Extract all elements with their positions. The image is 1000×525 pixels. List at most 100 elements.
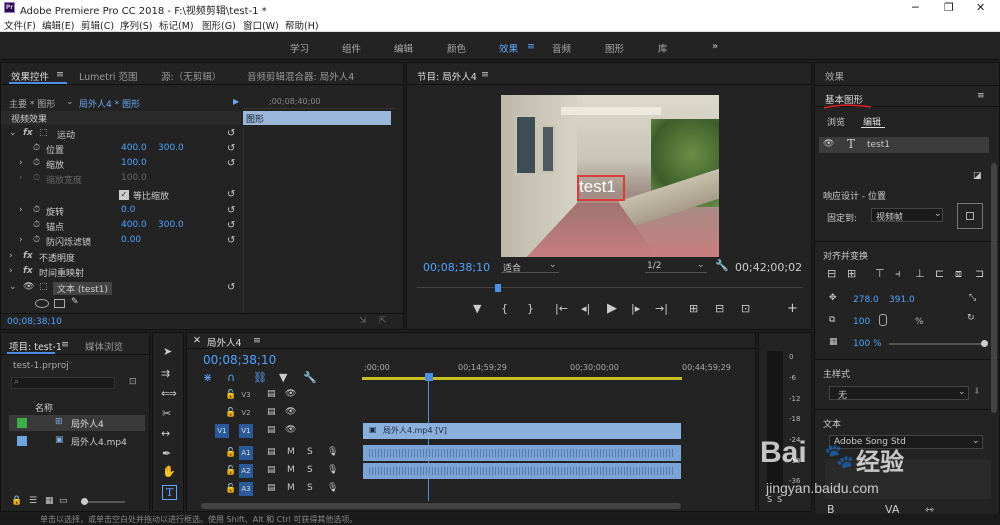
workspace-editing[interactable]: 编辑 [394, 41, 413, 55]
eg-scrollbar[interactable] [991, 163, 997, 413]
track-label[interactable]: V3 [239, 388, 253, 402]
align-horizontal-icon[interactable]: ⊞ [847, 267, 856, 280]
track-select-tool-icon[interactable]: ⇉ [161, 367, 170, 380]
track-a3[interactable]: 🔓 A3 ▤ M S 🎙 [187, 481, 757, 498]
align-bottom-icon[interactable]: ⊥ [915, 267, 925, 280]
audio-clip[interactable] [363, 463, 681, 479]
add-marker-icon[interactable]: ▼ [473, 302, 481, 315]
reset-icon[interactable]: ↺ [227, 220, 235, 231]
project-item[interactable]: ▣ 局外人4.mp4 [9, 433, 145, 449]
reset-icon[interactable]: ↺ [227, 235, 235, 246]
master-style-select[interactable]: 无 ⌄ [829, 386, 969, 401]
eye-icon[interactable]: 👁 [23, 282, 34, 292]
track-v2[interactable]: 🔓 V2 ▤ 👁 [187, 405, 757, 422]
lock-icon[interactable]: 🔓 [225, 408, 236, 418]
track-label[interactable]: V1 [239, 424, 253, 438]
extract-icon[interactable]: ⊟ [715, 302, 724, 315]
reset-icon[interactable]: ↺ [227, 158, 235, 169]
tab-menu-icon[interactable]: ≡ [253, 335, 261, 346]
push-style-icon[interactable]: ⬇ [973, 387, 981, 397]
eg-position-y[interactable]: 391.0 [889, 295, 915, 305]
export-icon[interactable]: ⇱ [379, 316, 387, 326]
nest-icon[interactable]: ⋇ [203, 371, 212, 384]
eg-scale-value[interactable]: 100 [853, 317, 870, 327]
expand-icon[interactable]: ⌄ [9, 128, 17, 138]
workspace-audio[interactable]: 音频 [552, 41, 571, 55]
reset-icon[interactable]: ↺ [227, 205, 235, 216]
mark-in-icon[interactable]: { [501, 302, 508, 315]
anti-flicker-value[interactable]: 0.00 [121, 235, 141, 245]
track-label[interactable]: A1 [239, 446, 253, 460]
eg-position-x[interactable]: 278.0 [853, 295, 879, 305]
rotation-value[interactable]: 0.0 [121, 205, 135, 215]
column-name-header[interactable]: 名称 [35, 401, 53, 414]
solo-button[interactable]: S [307, 465, 313, 475]
new-layer-icon[interactable]: ◪ [973, 171, 982, 181]
go-to-out-icon[interactable]: →| [655, 302, 668, 315]
lock-icon[interactable]: 🔓 [225, 448, 236, 458]
workspace-graphics[interactable]: 图形 [605, 41, 624, 55]
stopwatch-icon[interactable]: ⏱ [33, 205, 40, 215]
tab-menu-icon[interactable]: ≡ [56, 69, 64, 80]
step-forward-icon[interactable]: |▸ [631, 302, 640, 315]
wrench-icon[interactable]: 🔧 [715, 259, 729, 272]
lock-icon[interactable]: 🔓 [225, 484, 236, 494]
type-tool-icon[interactable]: T [162, 485, 178, 500]
anchor-y-value[interactable]: 300.0 [158, 220, 184, 230]
track-label[interactable]: A2 [239, 464, 253, 478]
align-vertical-icon[interactable]: ⊟ [827, 267, 836, 280]
link-scale-icon[interactable] [879, 314, 887, 326]
pm-scrubber[interactable] [417, 284, 803, 297]
ripple-edit-tool-icon[interactable]: ⟺ [161, 387, 177, 400]
add-button-icon[interactable]: + [787, 301, 798, 316]
sync-lock-icon[interactable]: ▤ [267, 389, 276, 399]
expand-right-icon[interactable]: › [9, 251, 13, 261]
play-icon[interactable]: ▶ [607, 301, 617, 316]
resolution-select[interactable]: 1/2 ⌄ [645, 260, 707, 273]
effect-row-opacity[interactable]: › fx 不透明度 [1, 250, 241, 264]
project-item[interactable]: ⊞ 局外人4 [9, 415, 145, 431]
anchor-x-value[interactable]: 400.0 [121, 220, 147, 230]
tab-effect-controls[interactable]: 效果控件 [11, 69, 49, 83]
ellipse-mask-icon[interactable] [35, 299, 49, 308]
eye-icon[interactable]: 👁 [285, 425, 296, 435]
program-monitor-title[interactable]: 节目: 局外人4 [417, 69, 477, 83]
workspace-menu-icon[interactable]: ≡ [527, 41, 535, 52]
timeline-ruler[interactable]: ;00;00 00;14;59;29 00;30;00;00 00;44;59;… [362, 355, 731, 385]
play-only-icon[interactable]: ▶ [233, 97, 239, 106]
solo-button[interactable]: S [777, 495, 782, 504]
workspace-learn[interactable]: 学习 [290, 41, 309, 55]
track-label[interactable]: A3 [239, 482, 253, 496]
mark-out-icon[interactable]: } [527, 302, 534, 315]
position-y-value[interactable]: 300.0 [158, 143, 184, 153]
microphone-icon[interactable]: 🎙 [327, 465, 338, 475]
align-right-icon[interactable]: ⊐ [975, 267, 984, 280]
project-search-input[interactable]: ⌕ [11, 377, 115, 389]
solo-button[interactable]: S [307, 483, 313, 493]
tab-sequence[interactable]: 局外人4 [207, 335, 242, 349]
close-icon[interactable]: ✕ [193, 335, 201, 346]
minimize-icon[interactable]: ─ [912, 1, 919, 14]
stopwatch-icon[interactable]: ⏱ [33, 158, 40, 168]
fx-icon[interactable]: fx [23, 266, 33, 276]
track-label[interactable]: V2 [239, 406, 253, 420]
expand-icon[interactable]: ⌄ [9, 282, 17, 292]
work-area-bar[interactable] [362, 377, 682, 380]
timeline-hscroll[interactable] [187, 501, 757, 511]
tab-lumetri-scopes[interactable]: Lumetri 范围 [79, 69, 138, 83]
font-select[interactable]: Adobe Song Std ⌄ [829, 435, 983, 449]
snap-icon[interactable]: ∩ [227, 371, 235, 384]
timeline-timecode[interactable]: 00;08;38;10 [203, 353, 276, 367]
razor-tool-icon[interactable]: ✂ [162, 407, 171, 420]
reset-icon[interactable]: ↺ [227, 282, 235, 293]
eye-icon[interactable]: 👁 [285, 407, 296, 417]
lift-icon[interactable]: ⊞ [689, 302, 698, 315]
sync-lock-icon[interactable]: ▤ [267, 407, 276, 417]
pin-edges-widget[interactable] [957, 203, 983, 229]
timeline-settings-icon[interactable]: 🔧 [303, 371, 317, 384]
align-top-icon[interactable]: ⊤ [875, 267, 885, 280]
tab-browse[interactable]: 浏览 [827, 115, 845, 128]
lock-icon[interactable]: 🔒 [11, 496, 22, 506]
slip-tool-icon[interactable]: ↔ [161, 427, 170, 440]
expand-right-icon[interactable]: › [9, 266, 13, 276]
